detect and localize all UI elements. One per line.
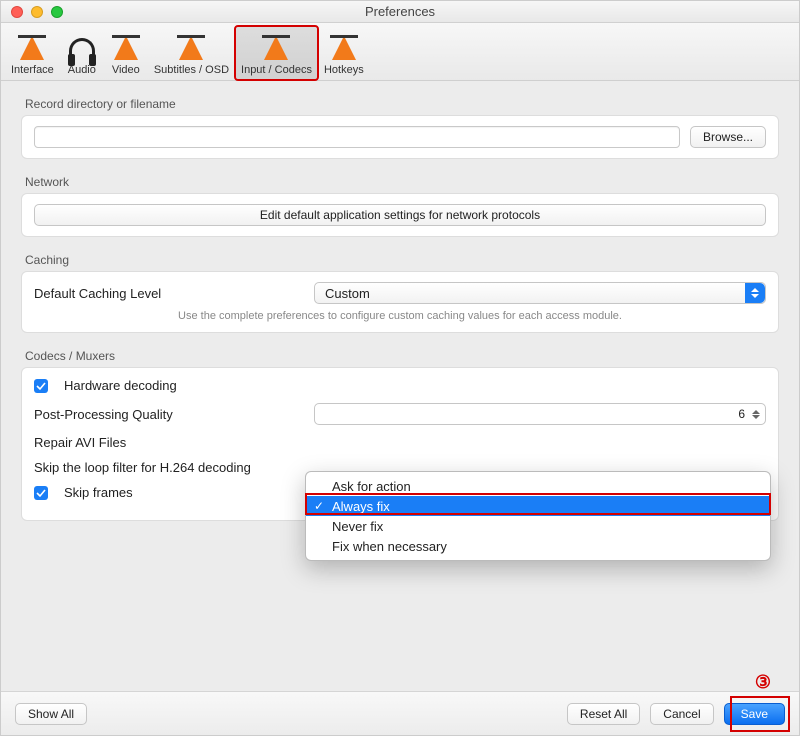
skip-frames-checkbox[interactable] bbox=[34, 486, 48, 500]
skip-loop-label: Skip the loop filter for H.264 decoding bbox=[34, 460, 304, 475]
repair-avi-option[interactable]: Never fix bbox=[306, 516, 770, 536]
repair-avi-menu: Ask for action Always fix Never fix Fix … bbox=[305, 471, 771, 561]
hardware-decoding-checkbox[interactable] bbox=[34, 379, 48, 393]
window-controls bbox=[1, 6, 63, 18]
caching-hint: Use the complete preferences to configur… bbox=[34, 310, 766, 322]
tab-video[interactable]: Video bbox=[104, 26, 148, 80]
cone-icon bbox=[260, 32, 292, 64]
show-all-button[interactable]: Show All bbox=[15, 703, 87, 725]
tab-label: Video bbox=[112, 64, 140, 76]
post-processing-label: Post-Processing Quality bbox=[34, 407, 304, 422]
caching-level-select[interactable]: Custom bbox=[314, 282, 766, 304]
reset-all-button[interactable]: Reset All bbox=[567, 703, 640, 725]
tab-audio[interactable]: Audio bbox=[60, 26, 104, 80]
edit-network-protocols-button[interactable]: Edit default application settings for ne… bbox=[34, 204, 766, 226]
tab-label: Interface bbox=[11, 64, 54, 76]
record-section: Browse... bbox=[21, 115, 779, 159]
network-section: Edit default application settings for ne… bbox=[21, 193, 779, 237]
codecs-section-label: Codecs / Muxers bbox=[25, 349, 779, 363]
footer: Show All Reset All Cancel Save ③ bbox=[1, 691, 799, 735]
caching-level-value: Custom bbox=[325, 286, 370, 301]
preferences-toolbar: Interface Audio Video Subtitles / OSD In… bbox=[1, 23, 799, 81]
repair-avi-label: Repair AVI Files bbox=[34, 435, 304, 450]
post-processing-stepper[interactable]: 6 bbox=[314, 403, 766, 425]
caching-section: Default Caching Level Custom Use the com… bbox=[21, 271, 779, 333]
cone-icon bbox=[16, 32, 48, 64]
repair-avi-option[interactable]: Ask for action bbox=[306, 476, 770, 496]
headphones-icon bbox=[66, 32, 98, 64]
window-title: Preferences bbox=[1, 4, 799, 19]
tab-label: Hotkeys bbox=[324, 64, 364, 76]
chevron-up-down-icon bbox=[745, 283, 765, 303]
network-section-label: Network bbox=[25, 175, 779, 189]
save-button[interactable]: Save bbox=[724, 703, 785, 725]
tab-label: Subtitles / OSD bbox=[154, 64, 229, 76]
content-area: Record directory or filename Browse... N… bbox=[1, 81, 799, 691]
tab-interface[interactable]: Interface bbox=[5, 26, 60, 80]
browse-button[interactable]: Browse... bbox=[690, 126, 766, 148]
tab-subtitles-osd[interactable]: Subtitles / OSD bbox=[148, 26, 235, 80]
tab-input-codecs[interactable]: Input / Codecs bbox=[235, 26, 318, 80]
stepper-arrows-icon bbox=[749, 404, 763, 424]
post-processing-value: 6 bbox=[738, 407, 745, 421]
repair-avi-option-selected[interactable]: Always fix bbox=[306, 496, 770, 516]
check-icon bbox=[36, 488, 46, 498]
preferences-window: Preferences Interface Audio Video Subtit… bbox=[0, 0, 800, 736]
record-section-label: Record directory or filename bbox=[25, 97, 779, 111]
close-window-button[interactable] bbox=[11, 6, 23, 18]
repair-avi-option[interactable]: Fix when necessary bbox=[306, 536, 770, 556]
tab-hotkeys[interactable]: Hotkeys bbox=[318, 26, 370, 80]
zoom-window-button[interactable] bbox=[51, 6, 63, 18]
cone-key-icon bbox=[328, 32, 360, 64]
check-icon bbox=[36, 381, 46, 391]
caching-level-label: Default Caching Level bbox=[34, 286, 304, 301]
tab-label: Input / Codecs bbox=[241, 64, 312, 76]
minimize-window-button[interactable] bbox=[31, 6, 43, 18]
skip-frames-label: Skip frames bbox=[64, 485, 133, 500]
cancel-button[interactable]: Cancel bbox=[650, 703, 713, 725]
hardware-decoding-label: Hardware decoding bbox=[64, 378, 177, 393]
cone-icon bbox=[175, 32, 207, 64]
caching-section-label: Caching bbox=[25, 253, 779, 267]
cone-icon bbox=[110, 32, 142, 64]
record-path-input[interactable] bbox=[34, 126, 680, 148]
titlebar: Preferences bbox=[1, 1, 799, 23]
